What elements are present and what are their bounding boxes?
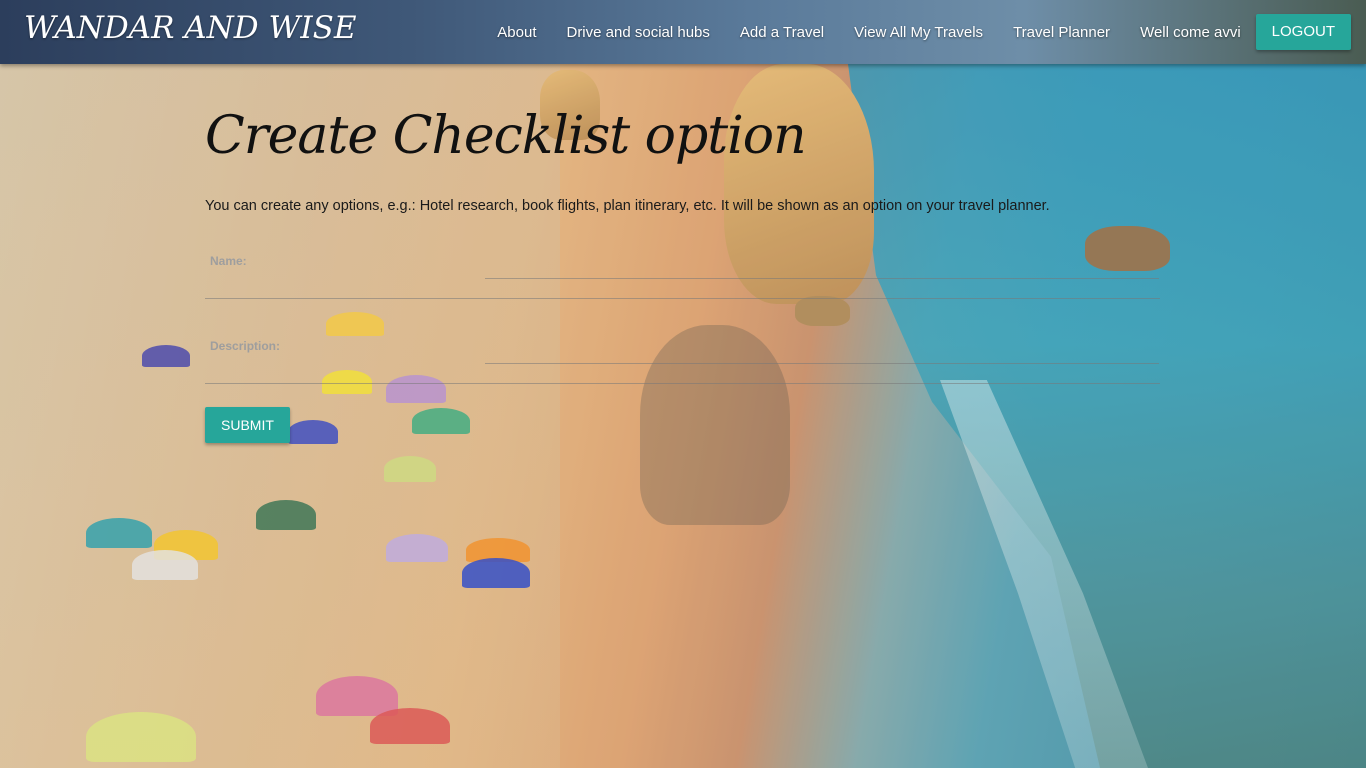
top-navbar: WANDAR AND WISE About Drive and social h… bbox=[0, 0, 1366, 64]
name-field-group: Name: bbox=[205, 242, 1165, 302]
name-input[interactable] bbox=[485, 258, 1159, 279]
nav-link-add-travel[interactable]: Add a Travel bbox=[725, 24, 839, 41]
description-input[interactable] bbox=[485, 343, 1159, 364]
nav-link-about[interactable]: About bbox=[482, 24, 551, 41]
nav-link-view-all-travels[interactable]: View All My Travels bbox=[839, 24, 998, 41]
page-subtitle: You can create any options, e.g.: Hotel … bbox=[205, 198, 1050, 214]
name-divider bbox=[205, 298, 1160, 299]
description-field-group: Description: bbox=[205, 327, 1165, 387]
nav-link-user-welcome[interactable]: Well come avvi bbox=[1125, 24, 1256, 41]
nav-links: About Drive and social hubs Add a Travel… bbox=[482, 0, 1366, 64]
description-label: Description: bbox=[210, 339, 281, 353]
nav-link-drive-social-hubs[interactable]: Drive and social hubs bbox=[551, 24, 724, 41]
brand-logo[interactable]: WANDAR AND WISE bbox=[24, 10, 356, 46]
logout-button[interactable]: LOGOUT bbox=[1255, 14, 1351, 50]
checklist-form-section: Create Checklist option You can create a… bbox=[205, 64, 1165, 443]
checklist-option-form: Name: Description: SUBMIT bbox=[205, 242, 1165, 443]
page-title: Create Checklist option bbox=[205, 106, 807, 166]
nav-link-travel-planner[interactable]: Travel Planner bbox=[998, 24, 1125, 41]
name-label: Name: bbox=[210, 254, 247, 268]
description-divider bbox=[205, 383, 1160, 384]
submit-button[interactable]: SUBMIT bbox=[205, 407, 290, 443]
